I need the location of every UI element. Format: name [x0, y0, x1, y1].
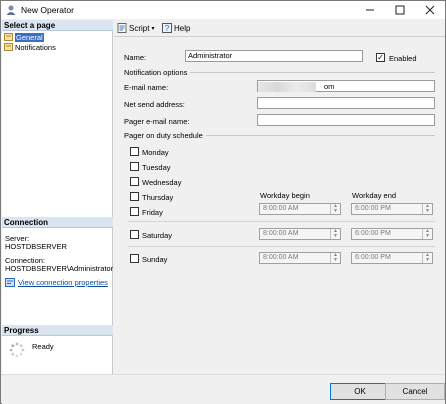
weekday-end-value: 6:00:00 PM: [355, 205, 391, 212]
saturday-begin-time[interactable]: 8:00:00 AM ▲ ▼: [259, 228, 341, 240]
saturday-label: Saturday: [142, 231, 173, 240]
net-send-label: Net send address:: [124, 100, 185, 109]
page-icon: [4, 33, 13, 41]
notification-options-section: Notification options: [124, 68, 435, 77]
help-button[interactable]: ? Help: [162, 23, 190, 33]
progress-spinner-icon: [9, 342, 25, 358]
view-connection-properties-label[interactable]: View connection properties: [18, 278, 108, 287]
connection-value: HOSTDBSERVER\Administrator: [5, 264, 114, 273]
page-icon: [4, 43, 13, 51]
email-label: E-mail name:: [124, 83, 169, 92]
progress-status: Ready: [32, 342, 54, 351]
toolbar: Script ▾ ? Help: [114, 20, 445, 37]
script-label: Script: [129, 23, 150, 33]
minimize-button[interactable]: [355, 1, 385, 19]
friday-checkbox[interactable]: [130, 207, 139, 216]
monday-checkbox[interactable]: [130, 147, 139, 156]
monday-label: Monday: [142, 148, 169, 157]
server-value: HOSTDBSERVER: [5, 242, 67, 251]
spin-arrows-icon[interactable]: ▲ ▼: [422, 204, 432, 214]
window-title: New Operator: [21, 5, 74, 15]
weekday-end-time[interactable]: 6:00:00 PM ▲ ▼: [351, 203, 433, 215]
script-icon: [117, 23, 127, 33]
select-page-header: Select a page: [2, 20, 113, 31]
enabled-checkbox[interactable]: ✓: [376, 53, 385, 62]
pager-email-label: Pager e-mail name:: [124, 117, 190, 126]
view-connection-properties[interactable]: View connection properties: [5, 278, 108, 287]
close-button[interactable]: [415, 1, 445, 19]
page-notifications-label: Notifications: [15, 42, 56, 52]
general-page: Name: Administrator ✓ Enabled Notificati…: [114, 38, 445, 374]
name-label: Name:: [124, 53, 147, 62]
thursday-label: Thursday: [142, 193, 174, 202]
friday-label: Friday: [142, 208, 163, 217]
page-general-label: General: [15, 32, 44, 42]
close-icon: [425, 5, 435, 15]
wednesday-label: Wednesday: [142, 178, 182, 187]
svg-text:?: ?: [165, 24, 170, 33]
minimize-icon: [366, 9, 374, 11]
spin-arrows-icon[interactable]: ▲ ▼: [330, 253, 340, 263]
saturday-begin-value: 8:00:00 AM: [263, 230, 299, 237]
name-input[interactable]: Administrator: [185, 50, 363, 62]
sunday-checkbox[interactable]: [130, 254, 139, 263]
cancel-button[interactable]: Cancel: [385, 383, 445, 400]
progress-header: Progress: [2, 325, 113, 336]
saturday-checkbox[interactable]: [130, 230, 139, 239]
tuesday-label: Tuesday: [142, 163, 171, 172]
operator-app-icon: [6, 5, 16, 15]
email-value: om: [324, 82, 335, 91]
ok-button[interactable]: OK: [330, 383, 390, 400]
redacted-email-blur: [258, 82, 316, 92]
schedule-divider: [128, 221, 435, 222]
title-bar: New Operator: [1, 1, 445, 19]
page-notifications[interactable]: Notifications: [4, 42, 56, 52]
workday-begin-label: Workday begin: [260, 191, 310, 200]
sunday-begin-time[interactable]: 8:00:00 AM ▲ ▼: [259, 252, 341, 264]
schedule-divider: [128, 246, 435, 247]
enabled-label: Enabled: [389, 54, 417, 63]
dialog-window: New Operator Select a page General Notif…: [0, 0, 446, 404]
saturday-end-value: 6:00:00 PM: [355, 230, 391, 237]
spin-arrows-icon[interactable]: ▲ ▼: [422, 253, 432, 263]
button-bar: OK Cancel: [2, 374, 445, 404]
pager-schedule-title: Pager on duty schedule: [124, 131, 203, 140]
maximize-icon: [395, 5, 405, 15]
weekday-begin-time[interactable]: 8:00:00 AM ▲ ▼: [259, 203, 341, 215]
notification-options-title: Notification options: [124, 68, 188, 77]
weekday-begin-value: 8:00:00 AM: [263, 205, 299, 212]
pager-email-input[interactable]: [257, 114, 435, 126]
workday-end-label: Workday end: [352, 191, 397, 200]
help-label: Help: [174, 23, 191, 33]
maximize-button[interactable]: [385, 1, 415, 19]
help-icon: ?: [162, 23, 172, 33]
spin-arrows-icon[interactable]: ▲ ▼: [330, 204, 340, 214]
wednesday-checkbox[interactable]: [130, 177, 139, 186]
pager-schedule-section: Pager on duty schedule: [124, 131, 435, 140]
page-general[interactable]: General: [4, 32, 44, 42]
net-send-input[interactable]: [257, 97, 435, 109]
sunday-label: Sunday: [142, 255, 168, 264]
thursday-checkbox[interactable]: [130, 192, 139, 201]
left-pane: Select a page General Notifications Conn…: [2, 20, 113, 374]
saturday-end-time[interactable]: 6:00:00 PM ▲ ▼: [351, 228, 433, 240]
spin-arrows-icon[interactable]: ▲ ▼: [422, 229, 432, 239]
sunday-end-time[interactable]: 6:00:00 PM ▲ ▼: [351, 252, 433, 264]
tuesday-checkbox[interactable]: [130, 162, 139, 171]
chevron-down-icon: ▾: [151, 25, 155, 32]
connection-header: Connection: [2, 217, 113, 228]
sunday-end-value: 6:00:00 PM: [355, 254, 391, 261]
spin-arrows-icon[interactable]: ▲ ▼: [330, 229, 340, 239]
sunday-begin-value: 8:00:00 AM: [263, 254, 299, 261]
script-button[interactable]: Script ▾: [117, 23, 154, 33]
properties-icon: [5, 278, 15, 287]
